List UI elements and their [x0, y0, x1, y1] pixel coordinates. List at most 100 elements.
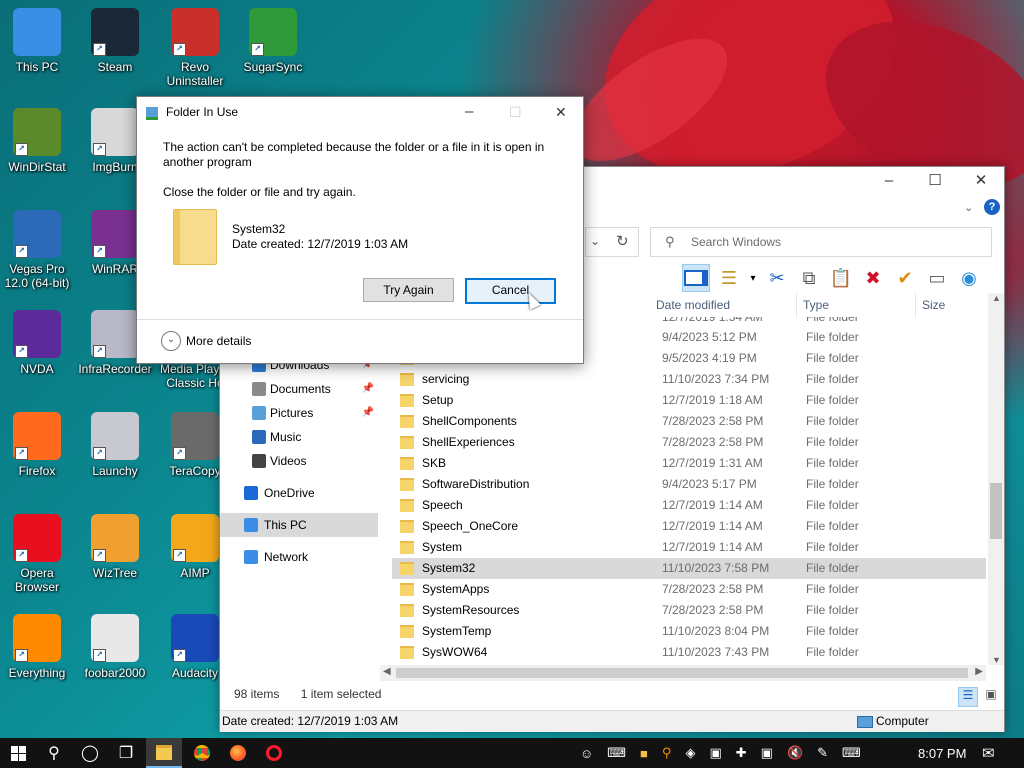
table-row[interactable]: System32 11/10/2023 7:58 PM File folder: [392, 558, 986, 579]
clock[interactable]: 8:07 PM: [918, 738, 966, 768]
volume-muted-icon[interactable]: 🔇: [787, 745, 803, 761]
table-row[interactable]: servicing 11/10/2023 7:34 PM File folder: [392, 369, 986, 390]
minimize-icon[interactable]: –: [866, 167, 912, 195]
cortana-icon[interactable]: ◯: [72, 738, 108, 768]
people-icon[interactable]: ☺: [580, 746, 593, 761]
dropdown-arrow-icon[interactable]: ▾: [748, 265, 758, 291]
more-details-link[interactable]: More details: [186, 334, 251, 348]
desktop-icon[interactable]: This PC: [0, 8, 74, 74]
preview-pane-icon[interactable]: [682, 264, 710, 292]
app-tray-icon-1[interactable]: ■: [640, 746, 648, 761]
checkmark-icon[interactable]: ✔: [892, 265, 918, 291]
desktop-icon-label: SugarSync: [243, 60, 303, 74]
close-icon[interactable]: ✕: [958, 167, 1004, 195]
desktop-icon[interactable]: ↗ foobar2000: [78, 614, 152, 680]
desktop-icon[interactable]: ↗ WinDirStat: [0, 108, 74, 174]
address-dropdown-icon[interactable]: ⌄: [590, 234, 600, 248]
desktop-icon[interactable]: ↗ Revo Uninstaller: [158, 8, 232, 88]
cut-icon[interactable]: ✂: [764, 265, 790, 291]
table-row[interactable]: Speech 12/7/2019 1:14 AM File folder: [392, 495, 986, 516]
folder-in-use-dialog[interactable]: Folder In Use – ☐ ✕ The action can't be …: [136, 96, 584, 364]
shortcut-arrow-icon: ↗: [15, 345, 28, 358]
desktop-icon[interactable]: ↗ WizTree: [78, 514, 152, 580]
details-view-icon[interactable]: ☰: [958, 687, 978, 707]
nav-item-pictures[interactable]: Pictures 📌: [220, 401, 378, 425]
keyboard-icon[interactable]: ⌨: [842, 745, 861, 761]
ribbon-expand-icon[interactable]: ⌄: [964, 201, 973, 214]
maximize-icon[interactable]: ☐: [912, 167, 958, 195]
desktop-icon[interactable]: ↗ Everything: [0, 614, 74, 680]
search-placeholder[interactable]: Search Windows: [691, 228, 781, 256]
dialog-close-icon[interactable]: ✕: [555, 97, 567, 127]
nav-item-videos[interactable]: Videos: [220, 449, 378, 473]
table-row[interactable]: SKB 12/7/2019 1:31 AM File folder: [392, 453, 986, 474]
app-tray-icon-3[interactable]: ✚: [736, 745, 747, 761]
desktop-icon[interactable]: ↗ Launchy: [78, 412, 152, 478]
column-type[interactable]: Type: [797, 293, 916, 317]
desktop-icon[interactable]: ↗ Opera Browser: [0, 514, 74, 594]
expand-chevron-icon[interactable]: ⌄: [161, 331, 181, 351]
copy-icon[interactable]: ⧉: [796, 265, 822, 291]
nav-item-network[interactable]: Network: [220, 545, 378, 569]
desktop-icon[interactable]: ↗ Steam: [78, 8, 152, 74]
dialog-minimize-icon[interactable]: –: [465, 97, 473, 127]
table-row[interactable]: SystemApps 7/28/2023 2:58 PM File folder: [392, 579, 986, 600]
table-row[interactable]: Setup 12/7/2019 1:18 AM File folder: [392, 390, 986, 411]
table-row[interactable]: SystemResources 7/28/2023 2:58 PM File fol…: [392, 600, 986, 621]
table-row[interactable]: ShellExperiences 7/28/2023 2:58 PM File fo…: [392, 432, 986, 453]
table-row[interactable]: System 12/7/2019 1:14 AM File folder: [392, 537, 986, 558]
vertical-scroll-thumb[interactable]: [990, 483, 1002, 539]
horizontal-scrollbar[interactable]: ◀ ▶: [380, 665, 986, 681]
chrome-icon[interactable]: [184, 738, 220, 768]
desktop-icon[interactable]: ↗ NVDA: [0, 310, 74, 376]
opera-icon[interactable]: [256, 738, 292, 768]
desktop-icon[interactable]: ↗ Vegas Pro 12.0 (64-bit): [0, 210, 74, 290]
large-icons-view-icon[interactable]: ▣: [982, 687, 1000, 705]
scroll-right-icon[interactable]: ▶: [975, 666, 983, 677]
help-icon[interactable]: ?: [984, 199, 1000, 215]
firefox-icon[interactable]: [220, 738, 256, 768]
table-row[interactable]: SoftwareDistribution 9/4/2023 5:17 PM File…: [392, 474, 986, 495]
nav-item-music[interactable]: Music: [220, 425, 378, 449]
nav-item-this-pc[interactable]: This PC: [220, 513, 378, 537]
delete-icon[interactable]: ✖: [860, 265, 886, 291]
table-row[interactable]: SysWOW64 11/10/2023 7:43 PM File folder: [392, 642, 986, 663]
cancel-button[interactable]: Cancel: [465, 278, 556, 304]
everything-tray-icon[interactable]: ⚲: [662, 745, 672, 761]
file-explorer-taskbar-icon[interactable]: [146, 738, 182, 768]
notifications-icon[interactable]: ✉: [982, 738, 995, 768]
horizontal-scroll-thumb[interactable]: [396, 668, 968, 678]
desktop-icon[interactable]: ↗ SugarSync: [236, 8, 310, 74]
column-size[interactable]: Size: [916, 293, 982, 317]
search-icon[interactable]: ⚲: [36, 738, 72, 768]
app-tray-icon-2[interactable]: ▣: [709, 745, 721, 761]
task-view-icon[interactable]: ❐: [108, 738, 144, 768]
pen-icon[interactable]: ✎: [817, 745, 828, 761]
windows-start-icon[interactable]: [0, 738, 36, 768]
nav-item-onedrive[interactable]: OneDrive: [220, 481, 378, 505]
paste-icon[interactable]: 📋: [828, 265, 854, 291]
address-bar-controls[interactable]: ⌄ ↻: [585, 227, 639, 257]
vertical-scrollbar[interactable]: ▲ ▼: [988, 293, 1004, 665]
date-modified: 11/10/2023 7:43 PM: [662, 645, 770, 659]
table-row[interactable]: Speech_OneCore 12/7/2019 1:14 AM File fold…: [392, 516, 986, 537]
network-globe-icon[interactable]: ◉: [956, 265, 982, 291]
table-row[interactable]: ShellComponents 7/28/2023 2:58 PM File fol…: [392, 411, 986, 432]
dialog-title: Folder In Use: [166, 105, 239, 119]
scroll-left-icon[interactable]: ◀: [383, 666, 391, 677]
dialog-titlebar[interactable]: Folder In Use – ☐ ✕: [137, 97, 583, 127]
search-box[interactable]: ⚲ Search Windows: [650, 227, 992, 257]
table-row[interactable]: SystemTemp 11/10/2023 8:04 PM File folder: [392, 621, 986, 642]
windows-security-icon[interactable]: ◈: [685, 745, 695, 761]
scroll-up-icon[interactable]: ▲: [992, 293, 1001, 303]
column-date-modified[interactable]: Date modified: [650, 293, 797, 317]
nav-item-documents[interactable]: Documents 📌: [220, 377, 378, 401]
display-icon[interactable]: ▣: [761, 745, 773, 761]
properties-icon[interactable]: ☰: [716, 265, 742, 291]
scroll-down-icon[interactable]: ▼: [992, 655, 1001, 665]
try-again-button[interactable]: Try Again: [363, 278, 454, 302]
touch-keyboard-icon[interactable]: ⌨: [607, 745, 626, 761]
desktop-icon[interactable]: ↗ Firefox: [0, 412, 74, 478]
rename-icon[interactable]: ▭: [924, 265, 950, 291]
refresh-icon[interactable]: ↻: [616, 232, 629, 250]
